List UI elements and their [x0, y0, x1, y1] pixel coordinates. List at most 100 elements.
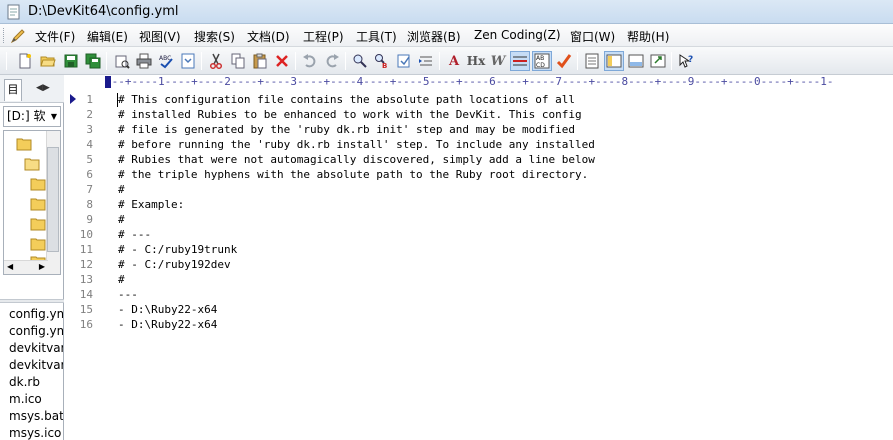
- file-list: config.yml config.yml devkitvars devkitv…: [3, 305, 63, 440]
- syntax-check-button[interactable]: [554, 51, 574, 71]
- document-list-icon: [585, 53, 599, 69]
- directory-pane-button[interactable]: [604, 51, 624, 71]
- tree-scroll-thumb[interactable]: [47, 147, 59, 252]
- pen-icon: [10, 29, 25, 44]
- file-item[interactable]: m.ico: [9, 392, 63, 406]
- menu-edit[interactable]: 编辑(E): [87, 28, 128, 45]
- code-line[interactable]: - D:\Ruby22-x64: [118, 317, 217, 332]
- output-pane-button[interactable]: [626, 51, 646, 71]
- redo-button[interactable]: [322, 51, 342, 71]
- menu-view[interactable]: 视图(V): [139, 28, 181, 45]
- context-help-button[interactable]: ?: [676, 51, 696, 71]
- menu-search[interactable]: 搜索(S): [194, 28, 235, 45]
- file-item[interactable]: msys.bat: [9, 409, 63, 423]
- code-line[interactable]: # installed Rubies to be enhanced to wor…: [118, 107, 582, 122]
- menu-document[interactable]: 文档(D): [247, 28, 290, 45]
- code-line[interactable]: ---: [118, 287, 138, 302]
- menu-help[interactable]: 帮助(H): [627, 28, 669, 45]
- line-number: 3: [86, 123, 93, 136]
- scroll-right-icon[interactable]: ▶: [39, 262, 45, 271]
- line-number: 15: [79, 303, 93, 316]
- line-number: 1: [86, 93, 93, 106]
- code-line[interactable]: #: [118, 182, 125, 197]
- drive-select[interactable]: [D:] 软 ▼: [3, 106, 61, 127]
- file-item[interactable]: devkitvars: [9, 341, 63, 355]
- menu-zen-coding[interactable]: Zen Coding(Z): [474, 28, 561, 42]
- spellcheck-button[interactable]: ABC: [156, 51, 176, 71]
- code-line[interactable]: # ---: [118, 227, 151, 242]
- replace-button[interactable]: B: [372, 51, 392, 71]
- document-list-button[interactable]: [582, 51, 602, 71]
- code-line[interactable]: # This configuration file contains the a…: [118, 92, 575, 107]
- menu-tools[interactable]: 工具(T): [356, 28, 397, 45]
- file-item[interactable]: devkitvars: [9, 358, 63, 372]
- code-line[interactable]: #: [118, 272, 125, 287]
- copy-button[interactable]: [228, 51, 248, 71]
- directory-pane-icon: [606, 54, 622, 68]
- hex-view-button[interactable]: Hx: [466, 51, 486, 71]
- code-line[interactable]: # - C:/ruby19trunk: [118, 242, 237, 257]
- code-line[interactable]: # before running the 'ruby dk.rb install…: [118, 137, 595, 152]
- goto-line-button[interactable]: [416, 51, 436, 71]
- tab-directory[interactable]: 目: [4, 79, 22, 101]
- printer-icon: [136, 53, 152, 69]
- cut-button[interactable]: [206, 51, 226, 71]
- menu-file[interactable]: 文件(F): [35, 28, 75, 45]
- find-in-files-button[interactable]: [394, 51, 414, 71]
- code-line[interactable]: # - C:/ruby192dev: [118, 257, 231, 272]
- window-title: D:\DevKit64\config.yml: [28, 4, 179, 19]
- line-number: 12: [79, 258, 93, 271]
- code-line[interactable]: # file is generated by the 'ruby dk.rb i…: [118, 122, 575, 137]
- paste-button[interactable]: [250, 51, 270, 71]
- line-number: 10: [79, 228, 93, 241]
- copy-icon: [231, 53, 245, 69]
- line-numbers-toggle-button[interactable]: AB CD: [532, 51, 552, 71]
- sidebar-splitter[interactable]: [0, 299, 64, 303]
- column-ruler: ---+----1----+----2----+----3----+----4-…: [105, 75, 893, 89]
- save-all-icon: [85, 53, 101, 69]
- undo-button[interactable]: [300, 51, 320, 71]
- tree-horizontal-scrollbar[interactable]: ◀ ▶: [4, 260, 48, 274]
- text-editor[interactable]: ---+----1----+----2----+----3----+----4-…: [67, 75, 893, 440]
- save-all-button[interactable]: [83, 51, 103, 71]
- open-folder-icon: [40, 56, 56, 67]
- replace-icon: B: [375, 54, 387, 69]
- file-item[interactable]: dk.rb: [9, 375, 63, 389]
- document-preview-icon: [181, 53, 195, 69]
- tree-vertical-scrollbar[interactable]: [46, 131, 60, 274]
- file-item[interactable]: config.yml: [9, 324, 63, 338]
- code-line[interactable]: - D:\Ruby22-x64: [118, 302, 217, 317]
- menu-bar: 文件(F) 编辑(E) 视图(V) 搜索(S) 文档(D) 工程(P) 工具(T…: [0, 24, 893, 47]
- new-file-button[interactable]: [15, 51, 35, 71]
- tab-scroll-icon[interactable]: ◀▶: [36, 83, 50, 93]
- fullscreen-button[interactable]: [648, 51, 668, 71]
- menu-browser[interactable]: 浏览器(B): [407, 28, 461, 45]
- print-button[interactable]: [134, 51, 154, 71]
- font-button[interactable]: A: [444, 51, 464, 71]
- delete-button[interactable]: [272, 51, 292, 71]
- ruler-toggle-button[interactable]: [510, 51, 530, 71]
- code-line[interactable]: # Rubies that were not automagically dis…: [118, 152, 595, 167]
- toolbar-separator: [201, 52, 202, 70]
- code-line[interactable]: # Example:: [118, 197, 184, 212]
- menu-project[interactable]: 工程(P): [303, 28, 344, 45]
- save-button[interactable]: [61, 51, 81, 71]
- file-item[interactable]: msys.ico: [9, 426, 63, 440]
- print-preview-button[interactable]: [112, 51, 132, 71]
- file-item[interactable]: config.yml: [9, 307, 63, 321]
- title-bar: D:\DevKit64\config.yml: [0, 0, 893, 24]
- open-button[interactable]: [38, 51, 58, 71]
- code-line[interactable]: #: [118, 212, 125, 227]
- word-wrap-button[interactable]: W: [488, 51, 508, 71]
- font-a-icon: A: [448, 53, 460, 69]
- menu-window[interactable]: 窗口(W): [570, 28, 615, 45]
- sidebar-tab-bar: 目 ◀▶: [0, 75, 64, 103]
- folder-tree[interactable]: ◀ ▶: [3, 130, 61, 275]
- code-line[interactable]: # the triple hyphens with the absolute p…: [118, 167, 588, 182]
- folder-icon: [30, 238, 46, 251]
- menu-grip: [3, 28, 6, 43]
- toolbar-separator: [106, 52, 107, 70]
- find-button[interactable]: [350, 51, 370, 71]
- preview-button[interactable]: [178, 51, 198, 71]
- scroll-left-icon[interactable]: ◀: [7, 262, 13, 271]
